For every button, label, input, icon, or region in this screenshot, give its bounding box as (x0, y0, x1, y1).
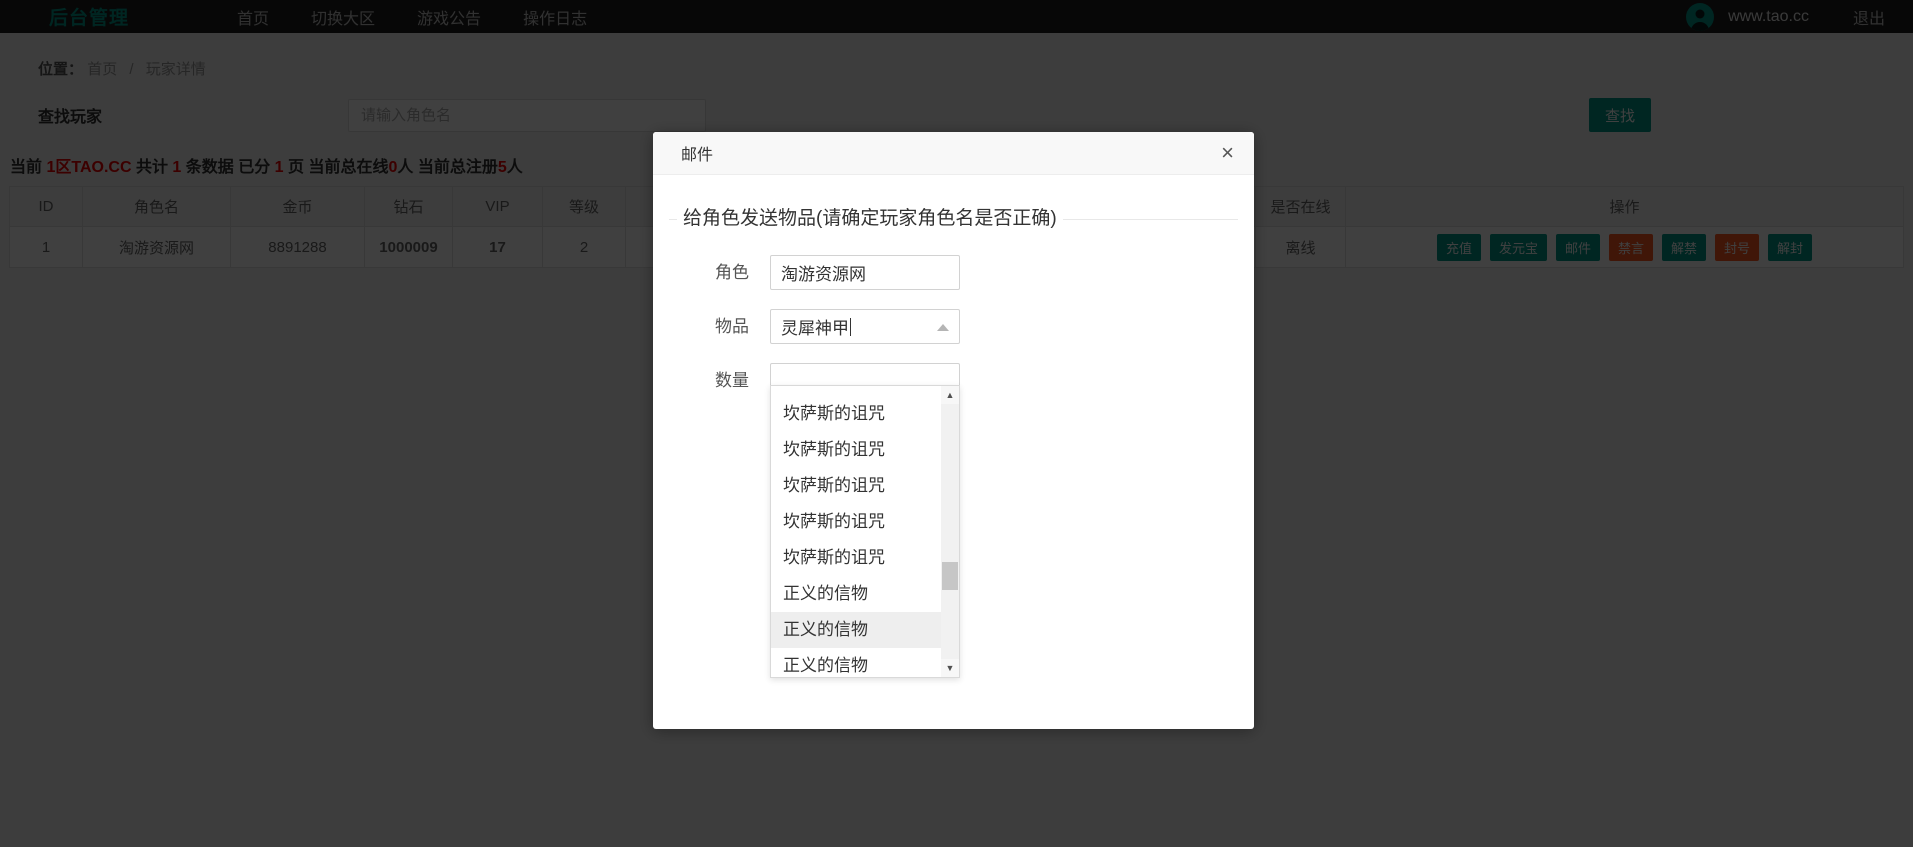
dropdown-option[interactable]: 坎萨斯的诅咒 (771, 396, 941, 432)
heading-text: 给角色发送物品(请确定玩家角色名是否正确) (677, 205, 1063, 233)
role-input[interactable] (770, 255, 960, 290)
item-row: 物品 灵犀神甲 (669, 309, 1238, 344)
modal-title: 邮件 (681, 141, 713, 165)
role-label: 角色 (669, 255, 749, 290)
qty-label: 数量 (669, 363, 749, 398)
dropdown-option[interactable]: 正义的信物 (771, 612, 941, 648)
mail-modal: 邮件 × 给角色发送物品(请确定玩家角色名是否正确) 角色 物品 灵犀神甲 数量 (653, 132, 1254, 729)
chevron-up-icon (937, 324, 949, 331)
dropdown-option[interactable]: 正义的信物 (771, 648, 941, 678)
item-select[interactable]: 灵犀神甲 (770, 309, 960, 344)
item-label: 物品 (669, 309, 749, 344)
dropdown-option[interactable]: 坎萨斯的诅咒 (771, 468, 941, 504)
dropdown-option[interactable]: 坎萨斯的诅咒 (771, 504, 941, 540)
modal-header: 邮件 × (653, 132, 1254, 175)
dropdown-option[interactable]: 坎萨斯的诅咒 (771, 540, 941, 576)
modal-body: 给角色发送物品(请确定玩家角色名是否正确) 角色 物品 灵犀神甲 数量 (653, 175, 1254, 398)
scrollbar-thumb[interactable] (942, 562, 958, 590)
dropdown-scrollbar[interactable]: ▲ ▼ (941, 386, 959, 677)
item-dropdown: 坎萨斯的诅咒坎萨斯的诅咒坎萨斯的诅咒坎萨斯的诅咒坎萨斯的诅咒坎萨斯的诅咒正义的信… (770, 385, 960, 678)
dropdown-option[interactable]: 正义的信物 (771, 576, 941, 612)
dropdown-option[interactable]: 坎萨斯的诅咒 (771, 432, 941, 468)
role-row: 角色 (669, 255, 1238, 290)
dropdown-option[interactable]: 坎萨斯的诅咒 (771, 385, 941, 396)
item-dropdown-list: 坎萨斯的诅咒坎萨斯的诅咒坎萨斯的诅咒坎萨斯的诅咒坎萨斯的诅咒坎萨斯的诅咒正义的信… (771, 385, 941, 678)
scroll-down-icon[interactable]: ▼ (941, 659, 959, 677)
close-icon[interactable]: × (1221, 140, 1234, 166)
scroll-up-icon[interactable]: ▲ (941, 386, 959, 404)
send-item-form: 角色 物品 灵犀神甲 数量 (669, 255, 1238, 398)
form-heading: 给角色发送物品(请确定玩家角色名是否正确) (669, 205, 1238, 233)
text-cursor (850, 318, 851, 336)
item-select-value: 灵犀神甲 (781, 314, 849, 339)
